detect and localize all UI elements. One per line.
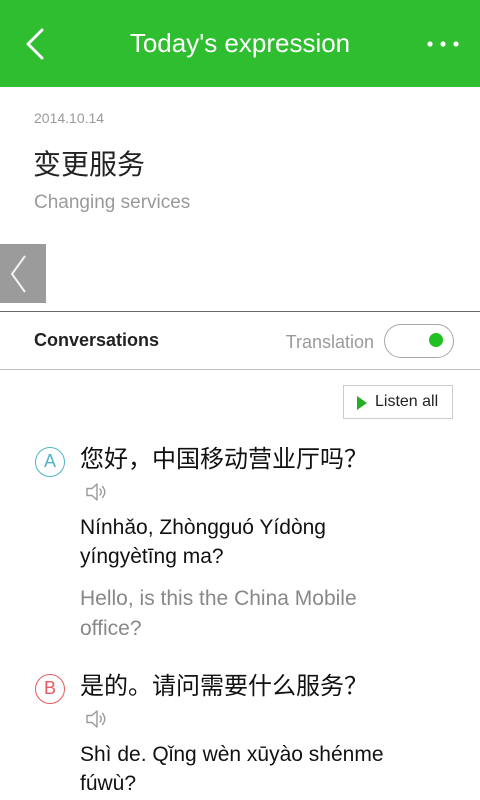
overflow-menu-button[interactable] (420, 24, 468, 64)
speaker-icon (86, 710, 106, 728)
app-screen: Today's expression 2014.10.14 变更服务 Chang… (0, 0, 480, 800)
dialogue-line: B 是的。请问需要什么服务？ Shì de. Qǐng wèn xūyào sh… (0, 671, 480, 798)
dialogue-chinese: 是的。请问需要什么服务？ (80, 673, 368, 700)
dialogue-chinese: 您好，中国移动营业厅吗？ (80, 446, 368, 473)
speaker-badge: B (35, 674, 65, 704)
conversations-heading: Conversations (34, 330, 160, 350)
dialogue-list[interactable]: A 您好，中国移动营业厅吗？ Nínhǎo, Zhòngguó Yídòng y… (0, 444, 480, 800)
expression-date: 2014.10.14 (34, 110, 105, 126)
section-divider (0, 311, 480, 312)
listen-all-button[interactable]: Listen all (343, 385, 453, 419)
expression-chinese: 变更服务 (33, 149, 146, 180)
previous-expression-tab[interactable] (0, 244, 46, 303)
speaker-badge: A (35, 447, 65, 477)
play-audio-button[interactable] (80, 479, 110, 505)
page-title: Today's expression (129, 28, 351, 58)
top-app-bar: Today's expression (0, 0, 480, 87)
chevron-left-icon (26, 28, 44, 60)
toggle-knob (429, 333, 443, 347)
expression-english: Changing services (34, 192, 191, 213)
listen-all-label: Listen all (375, 393, 439, 410)
speaker-icon (86, 483, 106, 501)
translation-label: Translation (285, 332, 374, 352)
translation-toggle[interactable] (384, 324, 454, 358)
dialogue-translation: Hello, is this the China Mobile office? (80, 587, 357, 640)
play-audio-button[interactable] (80, 706, 110, 732)
play-icon (357, 396, 367, 410)
dialogue-line: A 您好，中国移动营业厅吗？ Nínhǎo, Zhòngguó Yídòng y… (0, 444, 480, 644)
more-horizontal-icon (427, 41, 459, 47)
dialogue-pinyin: Shì de. Qǐng wèn xūyào shénme fúwù? (80, 743, 384, 795)
chevron-left-icon (10, 255, 26, 293)
section-divider (0, 369, 480, 370)
back-button[interactable] (14, 22, 58, 66)
dialogue-pinyin: Nínhǎo, Zhòngguó Yídòng yíngyètīng ma? (80, 516, 326, 568)
